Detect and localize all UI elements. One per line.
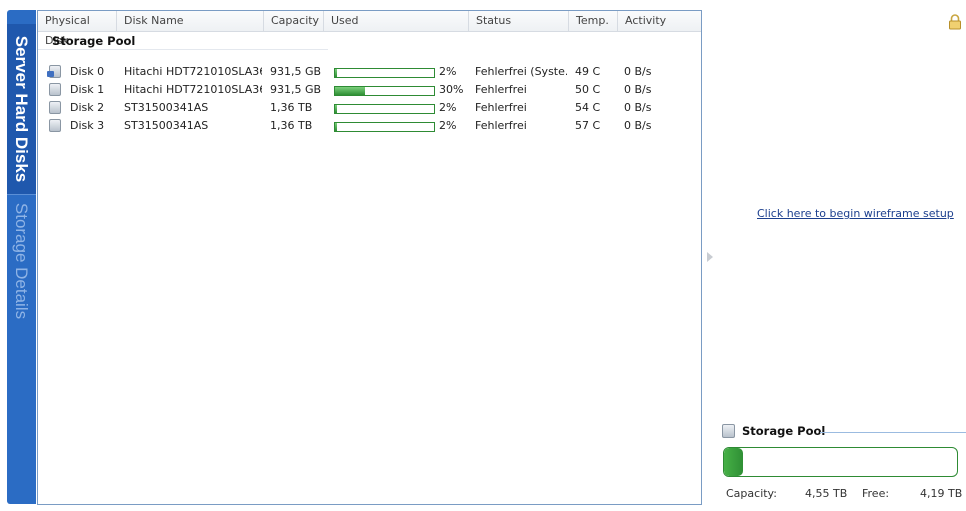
disk-status: Fehlerfrei xyxy=(475,83,527,96)
disk-status: Fehlerfrei (Syste... xyxy=(475,65,567,78)
storage-pool-usage-bar xyxy=(723,447,958,477)
disk-temp: 57 C xyxy=(575,119,601,132)
table-row[interactable]: Disk 1 Hitachi HDT721010SLA360 931,5 GB 30%… xyxy=(38,81,701,99)
used-progress-bar xyxy=(334,86,435,96)
disk-status: Fehlerfrei xyxy=(475,119,527,132)
disk-activity: 0 B/s xyxy=(624,101,652,114)
lock-icon[interactable] xyxy=(948,14,962,30)
disk-icon xyxy=(49,101,61,114)
used-progress-fill xyxy=(335,87,365,95)
disk-capacity: 931,5 GB xyxy=(270,83,322,96)
table-row[interactable]: Disk 2 ST31500341AS 1,36 TB 2% Fehlerfrei 54 … xyxy=(38,99,701,117)
table-header: Physical Disk Disk Name Capacity Used St… xyxy=(38,11,701,47)
disk-icon xyxy=(49,83,61,96)
used-percent: 2% xyxy=(439,101,457,114)
group-header-storage-pool: Storage Pool xyxy=(52,34,136,48)
splitter-arrow-icon[interactable] xyxy=(707,252,713,262)
used-progress-fill xyxy=(335,123,337,131)
disk-name: Hitachi HDT721010SLA360 xyxy=(124,83,262,96)
column-header-temp[interactable]: Temp. xyxy=(569,11,618,31)
table-row[interactable]: Disk 3 ST31500341AS 1,36 TB 2% Fehlerfrei 57 … xyxy=(38,117,701,135)
tab-storage-details[interactable]: Storage Details xyxy=(7,196,36,326)
used-percent: 2% xyxy=(439,119,457,132)
disk-id: Disk 1 xyxy=(70,83,105,96)
disk-activity: 0 B/s xyxy=(624,65,652,78)
free-value: 4,19 TB xyxy=(920,487,963,500)
disk-temp: 50 C xyxy=(575,83,601,96)
used-progress-bar xyxy=(334,104,435,114)
disk-id: Disk 3 xyxy=(70,119,105,132)
group-divider xyxy=(38,49,328,50)
disk-icon xyxy=(47,65,61,78)
side-tab-strip: Server Hard Disks Storage Details xyxy=(7,10,36,504)
tab-server-hard-disks-label: Server Hard Disks xyxy=(12,35,32,183)
used-progress-fill xyxy=(335,105,337,113)
tab-server-hard-disks[interactable]: Server Hard Disks xyxy=(7,24,36,195)
disk-activity: 0 B/s xyxy=(624,83,652,96)
used-progress-fill xyxy=(335,69,337,77)
disk-capacity: 931,5 GB xyxy=(270,65,322,78)
used-progress-bar xyxy=(334,122,435,132)
column-header-physical-disk[interactable]: Physical Disk xyxy=(38,11,117,47)
capacity-label: Capacity: xyxy=(726,487,777,500)
used-progress-bar xyxy=(334,68,435,78)
disk-activity: 0 B/s xyxy=(624,119,652,132)
table-row[interactable]: Disk 0 Hitachi HDT721010SLA360 931,5 GB 2% F… xyxy=(38,63,701,81)
disk-temp: 49 C xyxy=(575,65,601,78)
disk-icon xyxy=(49,119,61,132)
column-header-status[interactable]: Status xyxy=(469,11,569,31)
disk-temp: 54 C xyxy=(575,101,601,114)
storage-pool-divider xyxy=(820,432,966,433)
tab-storage-details-label: Storage Details xyxy=(12,202,32,320)
free-label: Free: xyxy=(862,487,890,500)
disk-id: Disk 2 xyxy=(70,101,105,114)
column-header-activity[interactable]: Activity xyxy=(618,11,701,31)
storage-pool-icon xyxy=(722,424,735,438)
disk-name: Hitachi HDT721010SLA360 xyxy=(124,65,262,78)
used-percent: 2% xyxy=(439,65,457,78)
used-percent: 30% xyxy=(439,83,464,96)
wireframe-setup-link[interactable]: Click here to begin wireframe setup xyxy=(757,207,954,220)
capacity-value: 4,55 TB xyxy=(805,487,848,500)
disk-name: ST31500341AS xyxy=(124,101,209,114)
disk-name: ST31500341AS xyxy=(124,119,209,132)
column-header-disk-name[interactable]: Disk Name xyxy=(117,11,264,31)
storage-pool-usage-fill xyxy=(724,448,743,476)
column-header-capacity[interactable]: Capacity xyxy=(264,11,324,31)
disk-capacity: 1,36 TB xyxy=(270,101,313,114)
disk-id: Disk 0 xyxy=(70,65,105,78)
disk-capacity: 1,36 TB xyxy=(270,119,313,132)
column-header-used[interactable]: Used xyxy=(324,11,469,31)
disk-list-panel: Physical Disk Disk Name Capacity Used St… xyxy=(37,10,702,505)
storage-pool-title: Storage Pool xyxy=(742,424,826,438)
disk-status: Fehlerfrei xyxy=(475,101,527,114)
